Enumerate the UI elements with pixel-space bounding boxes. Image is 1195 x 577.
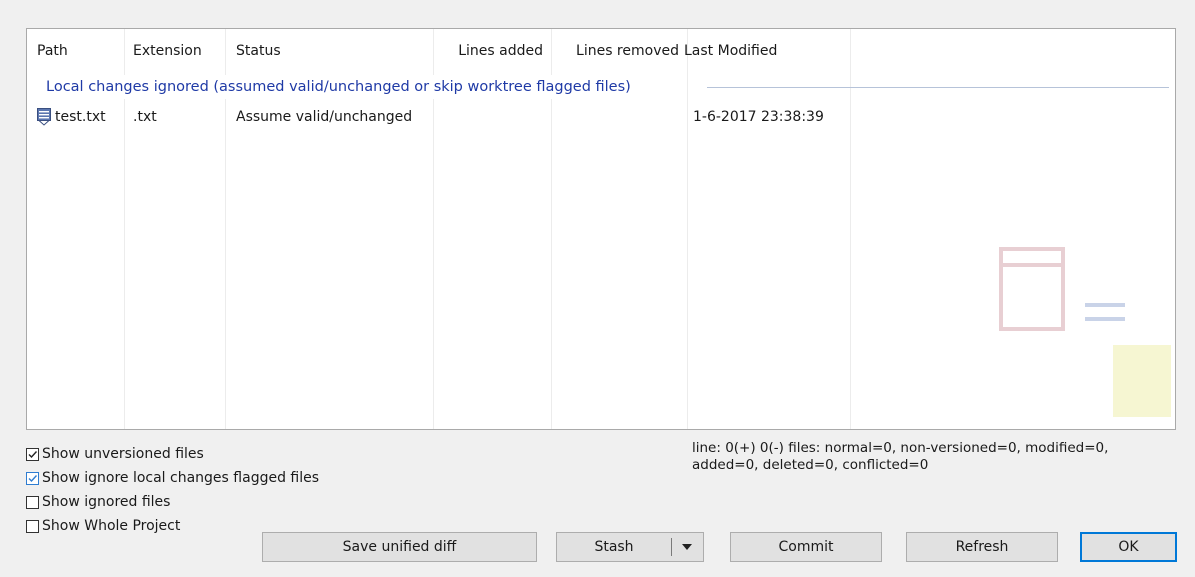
column-header-last-modified[interactable]: Last Modified [684, 29, 844, 73]
file-list-view[interactable]: Path Extension Status Lines added Lines … [26, 28, 1176, 430]
cell-last-modified: 1-6-2017 23:38:39 [693, 109, 824, 125]
file-ignored-icon [37, 108, 51, 126]
refresh-button[interactable]: Refresh [906, 532, 1058, 562]
stash-dropdown-button[interactable] [672, 533, 702, 561]
option-label: Show Whole Project [42, 518, 181, 534]
group-divider [707, 87, 1169, 88]
checkbox-show-unversioned[interactable] [26, 447, 39, 461]
column-header-extension[interactable]: Extension [133, 29, 223, 73]
option-label: Show unversioned files [42, 446, 204, 462]
option-show-whole-project[interactable]: Show Whole Project [26, 515, 180, 537]
checkbox-show-whole-project[interactable] [26, 519, 39, 533]
commit-button[interactable]: Commit [730, 532, 882, 562]
cell-extension: .txt [133, 109, 157, 125]
cell-path: test.txt [55, 109, 106, 125]
column-header-path[interactable]: Path [37, 29, 117, 73]
stash-button[interactable]: Stash [557, 533, 671, 561]
cell-lines-removed [575, 106, 679, 128]
group-header-label: Local changes ignored (assumed valid/unc… [46, 75, 637, 99]
column-header-lines-removed[interactable]: Lines removed [551, 29, 679, 73]
save-unified-diff-button[interactable]: Save unified diff [262, 532, 537, 562]
cell-lines-added [457, 106, 543, 128]
option-show-ignore-local-changes[interactable]: Show ignore local changes flagged files [26, 467, 319, 489]
cell-status: Assume valid/unchanged [236, 109, 413, 125]
column-header-status[interactable]: Status [236, 29, 426, 73]
column-header-row: Path Extension Status Lines added Lines … [27, 29, 1175, 73]
status-summary: line: 0(+) 0(-) files: normal=0, non-ver… [692, 440, 1182, 474]
chevron-down-icon [682, 544, 692, 550]
ok-button[interactable]: OK [1080, 532, 1177, 562]
option-show-unversioned[interactable]: Show unversioned files [26, 443, 204, 465]
stash-split-button[interactable]: Stash [556, 532, 704, 562]
table-row[interactable]: test.txt .txt Assume valid/unchanged 1-6… [27, 106, 1175, 128]
option-label: Show ignore local changes flagged files [42, 470, 320, 486]
option-show-ignored[interactable]: Show ignored files [26, 491, 170, 513]
checkbox-show-ignored[interactable] [26, 495, 39, 509]
column-header-lines-added[interactable]: Lines added [433, 29, 543, 73]
option-label: Show ignored files [42, 494, 171, 510]
group-header: Local changes ignored (assumed valid/unc… [27, 75, 1175, 99]
checkmark-icon [28, 474, 38, 482]
watermark-graphic [999, 247, 1171, 417]
checkbox-show-ignore-local-changes[interactable] [26, 471, 39, 485]
status-summary-line: line: 0(+) 0(-) files: normal=0, non-ver… [692, 440, 1109, 456]
checkmark-icon [28, 450, 38, 458]
status-summary-line: added=0, deleted=0, conflicted=0 [692, 457, 929, 473]
